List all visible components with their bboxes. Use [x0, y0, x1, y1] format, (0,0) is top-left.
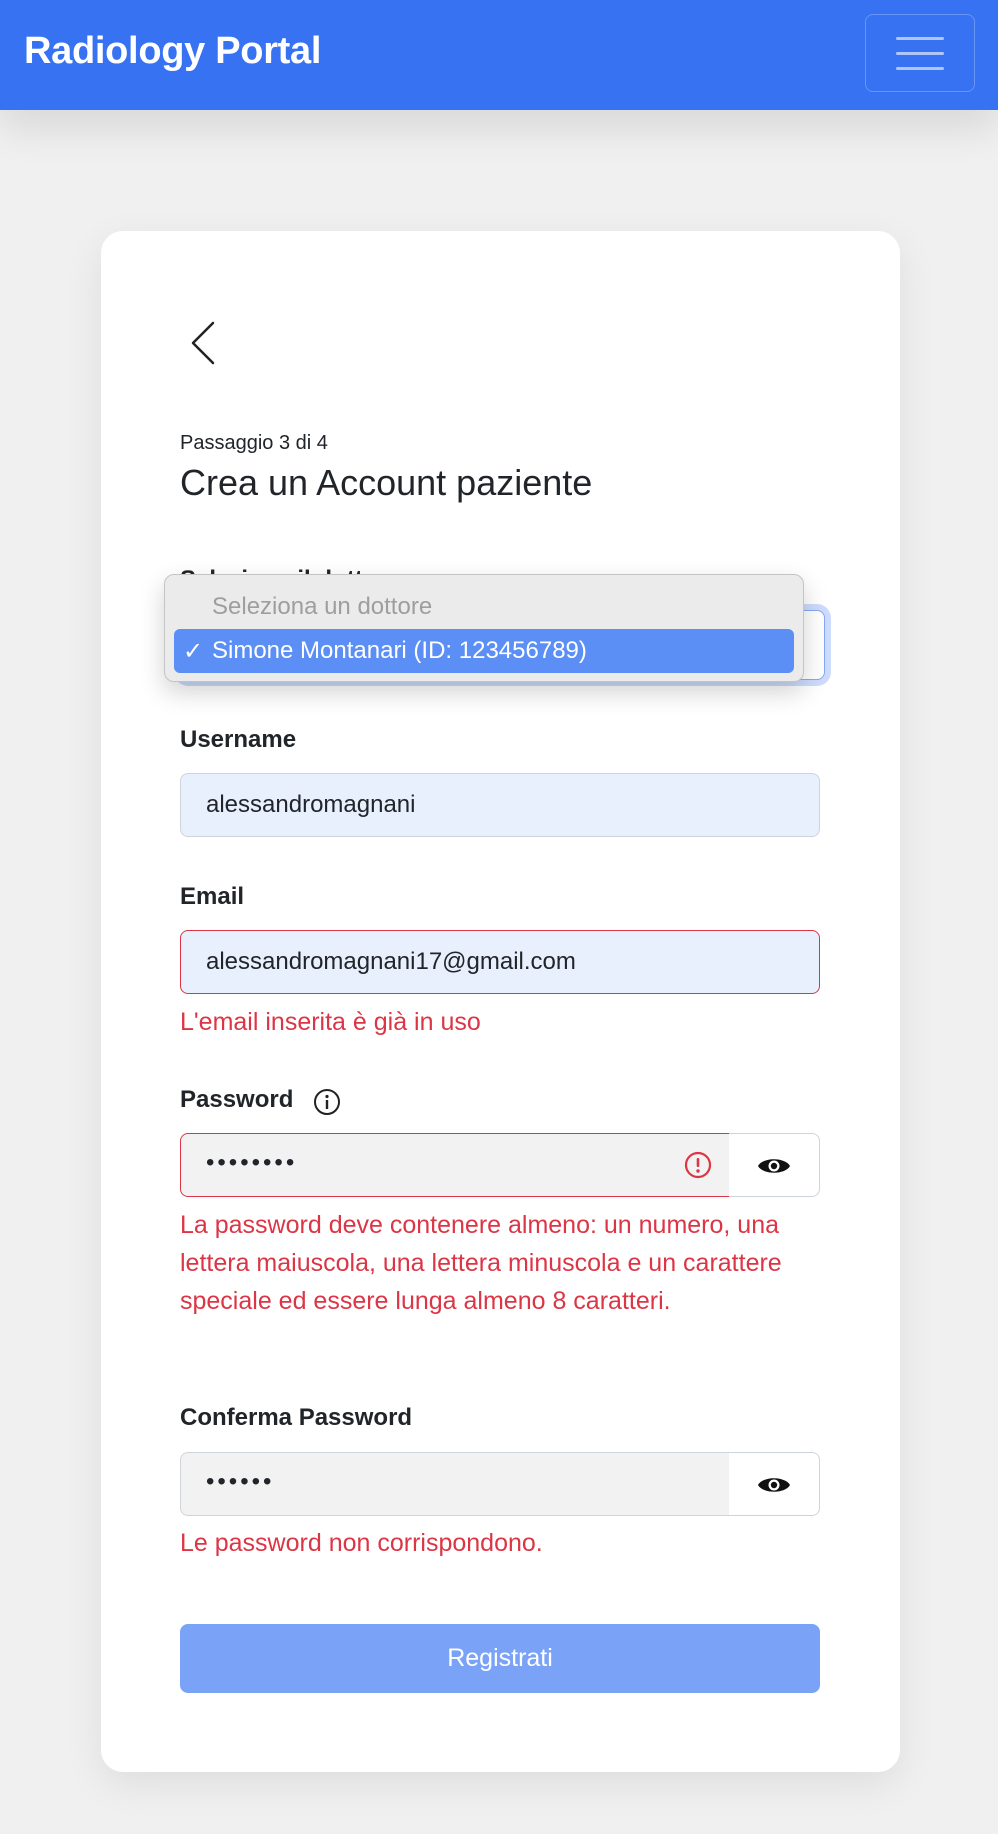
hamburger-icon — [896, 37, 944, 40]
navbar: Radiology Portal — [0, 0, 998, 110]
confirm-password-label: Conferma Password — [180, 1404, 413, 1431]
username-input[interactable]: alessandromagnani — [180, 773, 820, 837]
doctor-option-selected[interactable]: ✓ Simone Montanari (ID: 123456789) — [174, 629, 794, 673]
email-input[interactable]: alessandromagnani17@gmail.com — [180, 930, 820, 994]
step-indicator: Passaggio 3 di 4 — [180, 432, 328, 454]
confirm-password-group: •••••• — [180, 1452, 820, 1516]
password-label: Password — [180, 1086, 294, 1113]
password-error: La password deve contenere almeno: un nu… — [180, 1211, 782, 1315]
eye-icon — [758, 1159, 790, 1173]
checkmark-icon: ✓ — [183, 638, 204, 665]
page-title: Crea un Account paziente — [180, 462, 593, 503]
password-input[interactable]: •••••••• — [180, 1133, 730, 1197]
register-button[interactable]: Registrati — [180, 1624, 820, 1693]
email-error: L'email inserita è già in uso — [180, 1008, 481, 1036]
chevron-left-icon[interactable] — [185, 318, 225, 368]
info-circle-icon[interactable] — [313, 1088, 341, 1116]
confirm-password-toggle-button[interactable] — [729, 1452, 820, 1516]
eye-icon — [758, 1478, 790, 1492]
doctor-option-label: Simone Montanari (ID: 123456789) — [212, 637, 587, 664]
hamburger-icon-line — [896, 52, 944, 55]
doctor-select-dropdown: Seleziona un dottore ✓ Simone Montanari … — [164, 574, 804, 682]
confirm-password-input[interactable]: •••••• — [180, 1452, 730, 1516]
password-toggle-button[interactable] — [729, 1133, 820, 1197]
doctor-option-placeholder: Seleziona un dottore — [212, 593, 433, 620]
hamburger-icon-line — [896, 67, 944, 70]
username-label: Username — [180, 726, 297, 753]
brand-title[interactable]: Radiology Portal — [24, 30, 321, 73]
confirm-password-error: Le password non corrispondono. — [180, 1529, 543, 1557]
exclamation-circle-icon — [684, 1151, 712, 1179]
menu-toggle-button[interactable] — [865, 14, 975, 92]
email-label: Email — [180, 883, 245, 910]
password-group: •••••••• — [180, 1133, 820, 1197]
